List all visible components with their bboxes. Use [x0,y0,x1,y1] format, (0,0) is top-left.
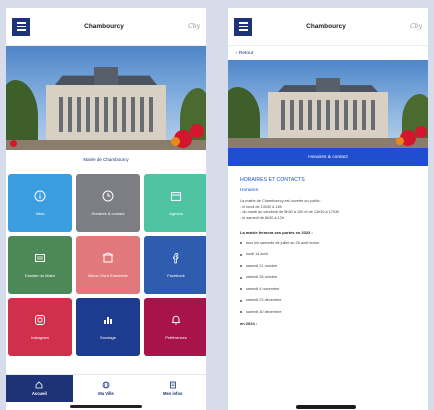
bar-chart-icon [104,316,112,324]
tab-ma-ville[interactable]: Ma Ville [73,375,140,402]
tile-agenda[interactable]: Agenda [144,174,206,232]
back-link[interactable]: ‹ Retour [228,46,428,60]
section-title: HORAIRES ET CONTACTS [240,177,305,183]
app-bar: Chambourcy Cby [6,8,206,46]
closures-title: La mairie fermera ses portes en 2023 : [240,229,313,235]
tile-label: Mieux Vivre Ensemble [88,272,128,278]
subsection-title: Horaires [240,188,259,193]
page-content: HORAIRES ET CONTACTS Horaires La mairie … [228,166,428,326]
tile-preferences[interactable]: Préférences [144,298,206,356]
tile-label: Sondage [99,334,116,340]
town-logo: Cby [188,23,200,30]
home-indicator [296,405,356,409]
tile-dossier-du-maire[interactable]: Dossier du Maire [8,236,72,294]
tile-mieux-vivre-ensemble[interactable]: Mieux Vivre Ensemble [76,236,140,294]
tile-horaires-contact[interactable]: Horaires & contact [76,174,140,232]
calendar-icon [171,191,181,201]
list-item: lundi 14 août [240,252,418,256]
town-hall-photo [228,60,428,148]
facebook-icon [173,253,179,264]
tile-label: Facebook [167,272,185,278]
home-icon [35,381,43,389]
list-item: samedi 23 décembre [240,298,418,302]
hamburger-menu-icon[interactable] [12,17,30,36]
app-title: Chambourcy [84,23,124,30]
section-banner: Horaires & contact [228,148,428,166]
clock-icon [102,190,114,202]
tile-label: Dossier du Maire [24,272,56,278]
building-icon [102,252,114,263]
detail-screen: Chambourcy Cby ‹ Retour Horaires & conta… [228,8,428,410]
info-icon [34,190,46,202]
hamburger-menu-icon[interactable] [234,17,252,36]
tile-label: Préférences [165,334,187,340]
list-item: samedi 21 octobre [240,264,418,268]
newspaper-icon [35,253,45,262]
tile-label: Instagram [31,334,49,340]
tile-instagram[interactable]: Instagram [8,298,72,356]
app-bar: Chambourcy Cby [228,8,428,46]
app-title: Chambourcy [306,23,346,30]
list-item: samedi 4 novembre [240,287,418,291]
tile-infos[interactable]: Infos [8,174,72,232]
globe-icon [102,381,110,389]
town-hall-photo [6,46,206,150]
bell-icon [172,315,180,325]
list-item: tous les samedis de juillet au 26 août i… [240,241,418,245]
tile-label: Agenda [169,210,183,216]
shortcut-grid: Infos Horaires & contact Agenda Dossier … [6,174,206,356]
closures-list: tous les samedis de juillet au 26 août i… [240,241,418,314]
tile-label: Horaires & contact [91,210,125,216]
tile-facebook[interactable]: Facebook [144,236,206,294]
home-screen: Chambourcy Cby Mairie de Chambourcy Info… [6,8,206,410]
footer-title: en 2024 : [240,321,258,327]
photo-caption: Mairie de Chambourcy [83,156,129,162]
document-icon [169,381,176,389]
instagram-icon [35,314,45,325]
town-logo: Cby [410,23,422,30]
tab-mes-infos[interactable]: Mes infos [139,375,206,402]
tile-label: Infos [35,210,45,216]
tab-accueil[interactable]: Accueil [6,375,73,402]
opening-hours: La mairie de Chambourcy est ouverte au p… [240,199,418,222]
tab-label: Ma Ville [98,391,114,396]
tab-label: Mes infos [163,391,183,396]
list-item: samedi 28 octobre [240,275,418,279]
bottom-tab-bar: Accueil Ma Ville Mes infos [6,374,206,402]
tab-label: Accueil [31,391,47,396]
home-indicator [70,405,142,408]
list-item: samedi 30 décembre [240,310,418,314]
hours-line: - le samedi de 8h30 à 12h [240,216,284,221]
tile-sondage[interactable]: Sondage [76,298,140,356]
